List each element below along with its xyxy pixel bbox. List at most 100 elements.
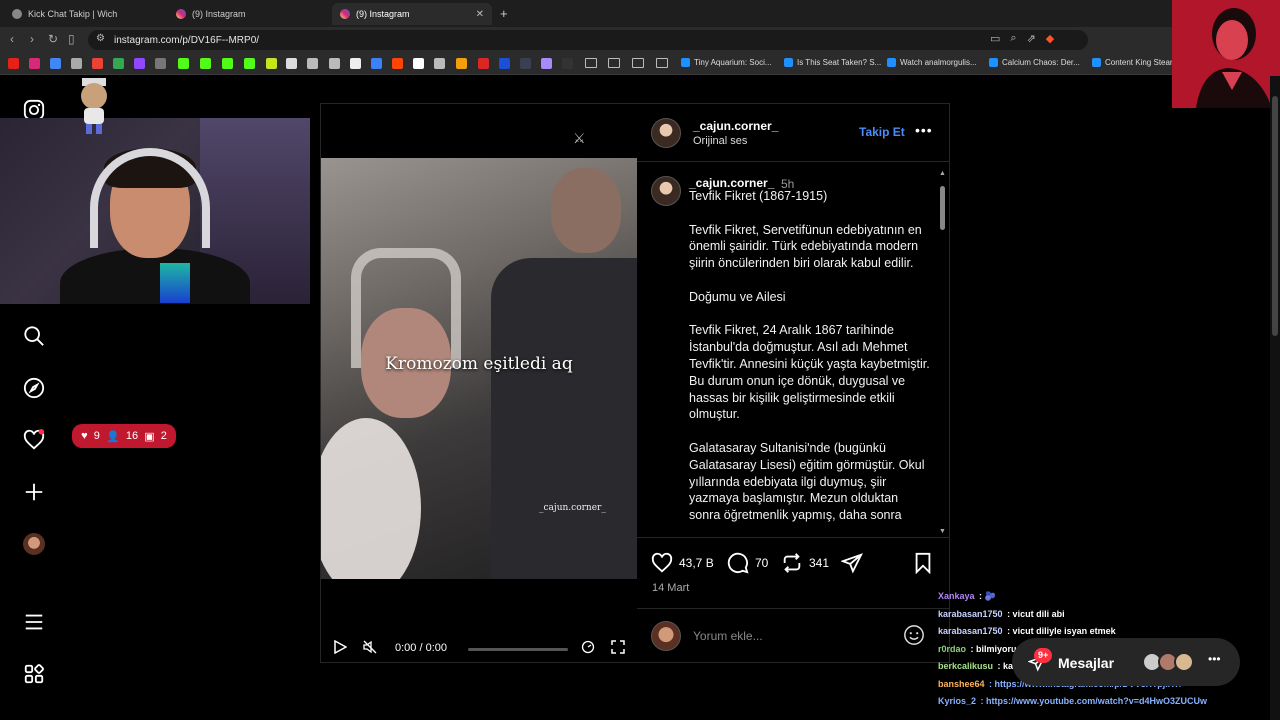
- bookmark-icon[interactable]: [155, 58, 166, 69]
- reload-icon[interactable]: ↻: [48, 32, 58, 46]
- chat-user: Kyrios_2: [938, 696, 977, 706]
- bookmark-icon[interactable]: [541, 58, 552, 69]
- gmail-icon[interactable]: [92, 58, 103, 69]
- kick-icon[interactable]: [200, 58, 211, 69]
- comment-input[interactable]: Yorum ekle...: [693, 629, 763, 643]
- kick-icon[interactable]: [244, 58, 255, 69]
- folder-icon[interactable]: [632, 58, 644, 68]
- kick-icon[interactable]: [222, 58, 233, 69]
- caption-scrollbar[interactable]: ▲ ▼: [939, 170, 946, 537]
- mute-icon[interactable]: [363, 640, 377, 657]
- bookmark-icon[interactable]: [456, 58, 467, 69]
- seek-bar[interactable]: [468, 648, 568, 651]
- profile-avatar[interactable]: [22, 532, 46, 556]
- like-button[interactable]: 43,7 B: [651, 552, 714, 574]
- bookmark-icon[interactable]: [71, 58, 82, 69]
- repost-button[interactable]: 341: [781, 552, 829, 574]
- bookmark-link[interactable]: Calcium Chaos: Der...: [989, 58, 1080, 67]
- follow-button[interactable]: Takip Et: [859, 125, 905, 139]
- more-options-icon[interactable]: •••: [1208, 652, 1221, 666]
- anchor-icon[interactable]: [286, 58, 297, 69]
- emoji-icon[interactable]: [903, 624, 925, 651]
- chat-text: : vicut dili abi: [1004, 608, 1065, 619]
- author-avatar[interactable]: [651, 118, 681, 148]
- bookmark-link[interactable]: Tiny Aquarium: Soci...: [681, 58, 772, 67]
- bookmark-icon[interactable]: [307, 58, 318, 69]
- scroll-down-icon[interactable]: ▼: [939, 528, 946, 535]
- close-icon[interactable]: ✕: [476, 9, 484, 20]
- play-icon[interactable]: [333, 639, 348, 657]
- x-icon[interactable]: [350, 58, 361, 69]
- video-player[interactable]: Kromozom eşitledi aq _cajun.corner_ ⚔ 0:…: [321, 104, 637, 662]
- share-icon[interactable]: ⇗: [1027, 32, 1036, 45]
- reddit-icon[interactable]: [392, 58, 403, 69]
- url-field[interactable]: ⚙ instagram.com/p/DV16F--MRP0/: [88, 30, 1088, 50]
- create-icon[interactable]: [22, 480, 46, 504]
- browser-tab-bar: Kick Chat Takip | Wich (9) Instagram (9)…: [0, 0, 1280, 27]
- folder-icon[interactable]: [608, 58, 620, 68]
- bookmark-icon[interactable]: [329, 58, 340, 69]
- audio-label[interactable]: Orijinal ses: [693, 135, 747, 147]
- bookmark-label: Calcium Chaos: Der...: [1002, 58, 1080, 67]
- chat-user: Xankaya: [938, 591, 975, 601]
- tab-kick-chat[interactable]: Kick Chat Takip | Wich: [4, 3, 168, 25]
- bookmark-icon[interactable]: [434, 58, 445, 69]
- bookmark-icon[interactable]: [562, 58, 573, 69]
- kick-icon[interactable]: [178, 58, 189, 69]
- author-avatar[interactable]: [651, 176, 681, 206]
- messages-badge: 9+: [1034, 648, 1053, 663]
- menu-icon[interactable]: [22, 610, 46, 634]
- more-options-icon[interactable]: •••: [915, 122, 933, 138]
- explore-icon[interactable]: [22, 376, 46, 400]
- notification-bubble[interactable]: ♥ 9 👤 16 ▣ 2: [72, 424, 176, 448]
- bookmark-icon[interactable]: ▯: [68, 32, 75, 46]
- repost-count: 341: [809, 556, 830, 570]
- instagram-icon[interactable]: [29, 58, 40, 69]
- bookmark-link[interactable]: Is This Seat Taken? S...: [784, 58, 881, 67]
- author-username[interactable]: _cajun.corner_: [693, 119, 778, 133]
- apps-icon[interactable]: [22, 662, 46, 686]
- page-scrollbar[interactable]: [1270, 76, 1280, 720]
- forward-icon[interactable]: ›: [30, 32, 34, 46]
- speed-icon[interactable]: [581, 640, 595, 657]
- scroll-thumb[interactable]: [1272, 96, 1278, 336]
- site-settings-icon[interactable]: ⚙: [96, 33, 105, 44]
- search-icon[interactable]: [22, 324, 46, 348]
- save-button[interactable]: [913, 552, 933, 574]
- scroll-thumb[interactable]: [940, 186, 945, 230]
- bookmark-link[interactable]: Content King Stear: [1092, 58, 1173, 67]
- cast-icon[interactable]: ▭: [990, 32, 1000, 45]
- twitch-icon[interactable]: [134, 58, 145, 69]
- heart-icon[interactable]: [22, 428, 46, 452]
- back-icon[interactable]: ‹: [10, 32, 14, 46]
- post-date: 14 Mart: [652, 582, 690, 594]
- bookmark-icon[interactable]: [413, 58, 424, 69]
- video-watermark: _cajun.corner_: [539, 503, 606, 513]
- messages-button[interactable]: 9+ Mesajlar •••: [1012, 638, 1240, 686]
- zoom-icon[interactable]: ⌕: [1010, 32, 1016, 45]
- drive-icon[interactable]: [113, 58, 124, 69]
- scroll-up-icon[interactable]: ▲: [939, 170, 946, 177]
- bookmark-icon[interactable]: [478, 58, 489, 69]
- comment-button[interactable]: 70: [727, 552, 768, 574]
- bookmark-icon[interactable]: [520, 58, 531, 69]
- bookmark-link[interactable]: Watch analmorgulis...: [887, 58, 977, 67]
- share-button[interactable]: [841, 552, 863, 574]
- globe-icon: [12, 9, 22, 19]
- like-count: 43,7 B: [679, 556, 714, 570]
- brave-shield-icon[interactable]: ◆: [1046, 32, 1054, 45]
- fullscreen-icon[interactable]: [611, 640, 625, 657]
- folder-icon[interactable]: [656, 58, 668, 68]
- caption-paragraph: Tevfik Fikret, 24 Aralık 1867 tarihinde …: [689, 323, 930, 422]
- youtube-icon[interactable]: [8, 58, 19, 69]
- bookmark-icon[interactable]: [499, 58, 510, 69]
- bookmark-icon[interactable]: [371, 58, 382, 69]
- bookmark-icon[interactable]: [266, 58, 277, 69]
- bookmark-icon[interactable]: [50, 58, 61, 69]
- tab-instagram-2[interactable]: (9) Instagram ✕: [332, 3, 492, 25]
- video-time: 0:00 / 0:00: [395, 642, 447, 654]
- tab-instagram-1[interactable]: (9) Instagram: [168, 3, 330, 25]
- folder-icon[interactable]: [585, 58, 597, 68]
- repost-icon: [783, 553, 801, 573]
- new-tab-button[interactable]: +: [500, 6, 508, 21]
